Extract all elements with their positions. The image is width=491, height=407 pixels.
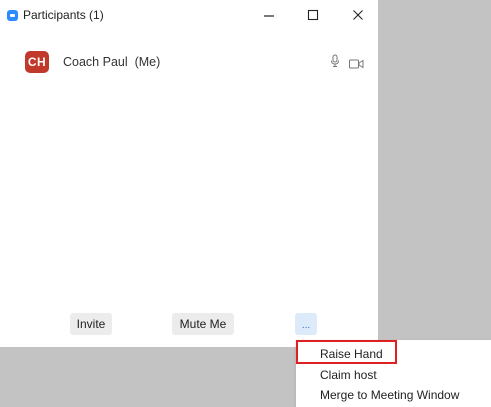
menu-item-raise-hand[interactable]: Raise Hand <box>320 347 383 361</box>
avatar: CH <box>25 51 49 73</box>
window-title: Participants (1) <box>23 8 104 22</box>
participants-window: Participants (1) CH Coach Paul (Me) Invi… <box>0 0 378 347</box>
menu-item-merge-to-meeting-window[interactable]: Merge to Meeting Window <box>320 388 459 402</box>
more-options-button[interactable]: ... <box>295 313 317 335</box>
invite-button[interactable]: Invite <box>70 313 112 335</box>
minimize-icon <box>264 15 274 17</box>
title-bar: Participants (1) <box>0 0 378 30</box>
maximize-button[interactable] <box>302 6 324 24</box>
minimize-button[interactable] <box>258 6 280 24</box>
close-icon <box>353 10 363 20</box>
participant-name: Coach Paul (Me) <box>63 55 161 69</box>
video-camera-icon[interactable] <box>349 56 364 74</box>
menu-item-claim-host[interactable]: Claim host <box>320 368 377 382</box>
screen: Participants (1) CH Coach Paul (Me) Invi… <box>0 0 491 407</box>
close-button[interactable] <box>347 6 369 24</box>
mute-me-button[interactable]: Mute Me <box>172 313 234 335</box>
more-options-menu: Raise Hand Claim host Merge to Meeting W… <box>296 340 491 407</box>
participant-row[interactable]: CH Coach Paul (Me) <box>0 46 378 74</box>
maximize-icon <box>307 9 319 21</box>
microphone-icon[interactable] <box>330 54 340 73</box>
zoom-app-icon <box>7 10 18 21</box>
